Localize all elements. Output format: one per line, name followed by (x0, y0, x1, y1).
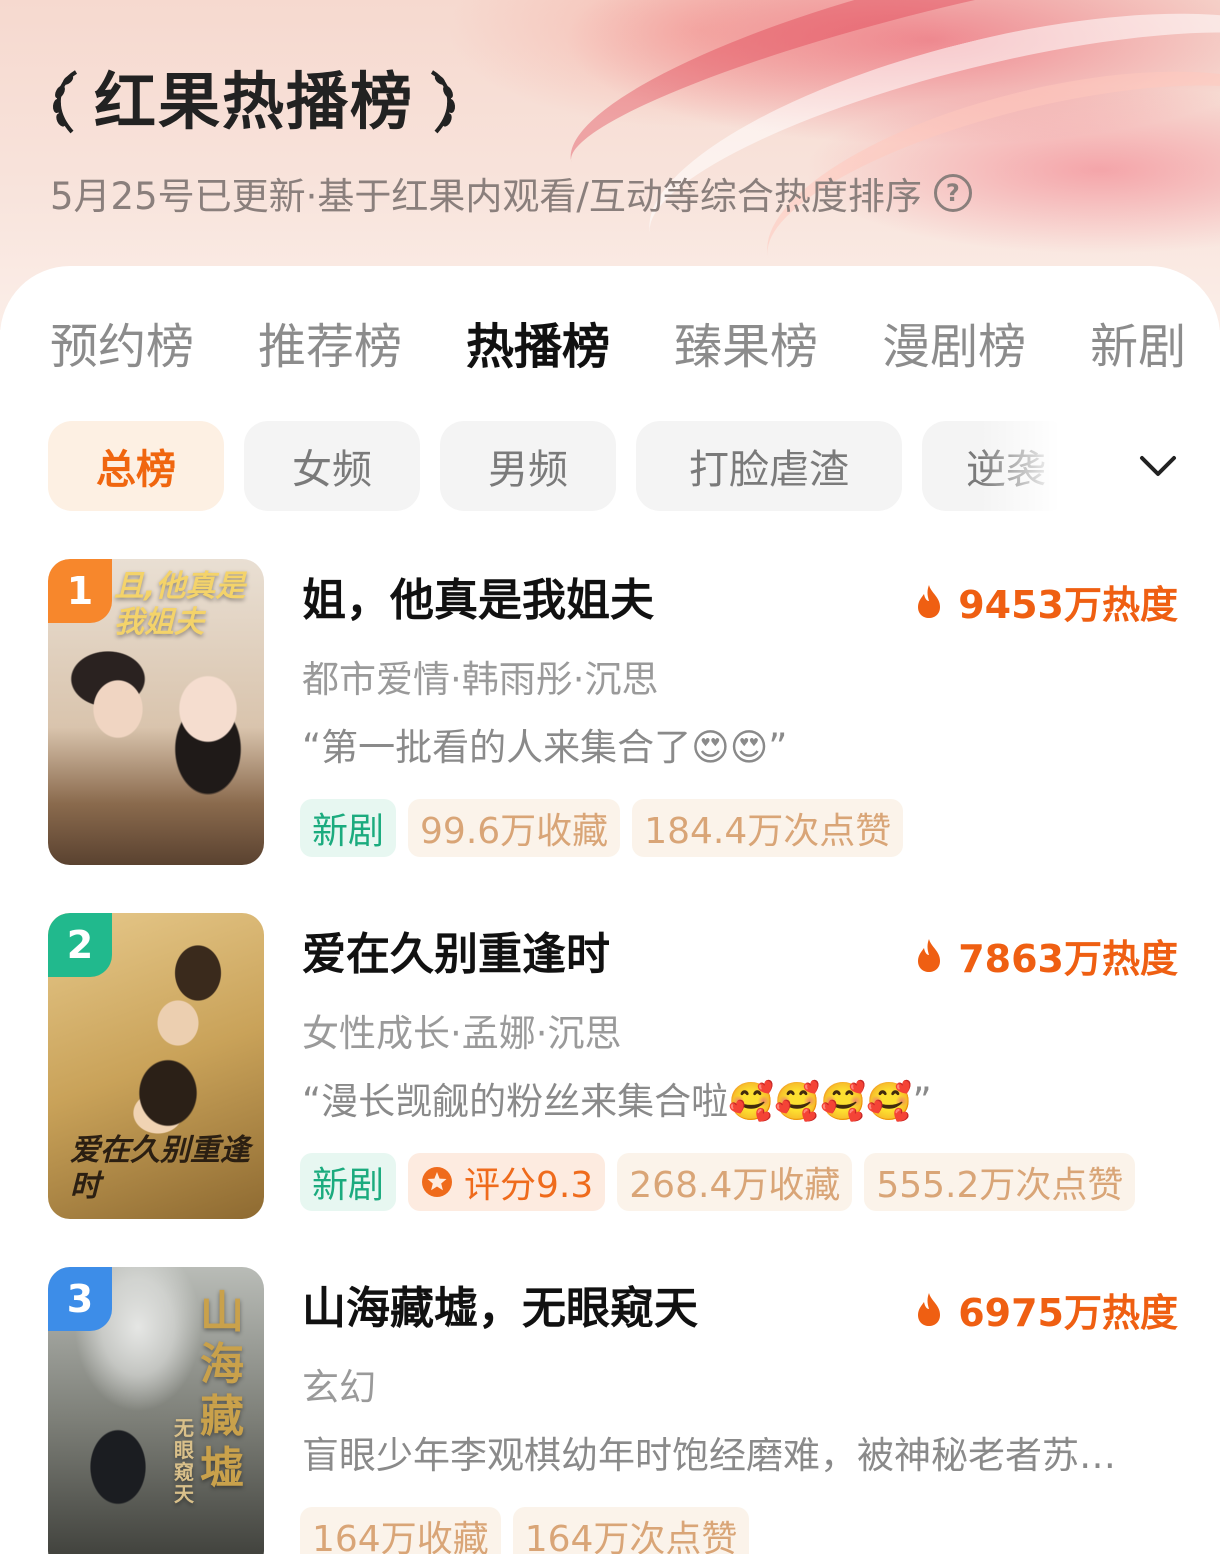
rank-badge: 2 (48, 913, 112, 977)
subtitle-text: 5月25号已更新·基于红果内观看/互动等综合热度排序 (50, 175, 922, 218)
score-text: 评分9.3 (464, 1165, 594, 1206)
poster-subtitle-text: 无眼窥天 (174, 1416, 194, 1506)
poster-image[interactable]: 爱在久别重逢时 2 (48, 913, 264, 1219)
item-title[interactable]: 爱在久别重逢时 (302, 925, 610, 985)
item-quote: “漫长觊觎的粉丝来集合啦🥰🥰🥰🥰” (302, 1080, 932, 1123)
poster-image[interactable]: 且,他真是我姐夫 1 (48, 559, 264, 865)
likes-count: 164万次点赞 (512, 1507, 750, 1554)
list-item[interactable]: 爱在久别重逢时 2 爱在久别重逢时 7863万热度 女性成长·孟娜·沉思 “漫长… (48, 913, 1178, 1223)
category-chips: 总榜 女频 男频 打脸虐渣 逆袭 (48, 421, 1058, 511)
heat-value: 7863万热度 (914, 927, 1178, 983)
laurel-left-icon (44, 64, 84, 140)
title-row: 红果热播榜 (44, 62, 464, 142)
tab-recommended[interactable]: 推荐榜 (258, 312, 402, 382)
tab-reservation[interactable]: 预约榜 (50, 312, 194, 382)
poster-image[interactable]: 山海藏墟 无眼窥天 3 (48, 1267, 264, 1554)
star-badge-icon (422, 1167, 453, 1197)
item-title[interactable]: 姐，他真是我姐夫 (302, 571, 654, 631)
chip-male[interactable]: 男频 (440, 421, 616, 511)
item-genre-cast: 女性成长·孟娜·沉思 (302, 1012, 622, 1055)
favorites-count: 99.6万收藏 (408, 799, 621, 857)
item-genre-cast: 玄幻 (302, 1366, 376, 1409)
chip-revenge[interactable]: 打脸虐渣 (636, 421, 902, 511)
ranking-tabs: 预约榜 推荐榜 热播榜 臻果榜 漫剧榜 新剧 (50, 312, 1220, 382)
item-quote: “第一批看的人来集合了😍😍” (302, 726, 788, 769)
list-item[interactable]: 且,他真是我姐夫 1 姐，他真是我姐夫 9453万热度 都市爱情·韩雨彤·沉思 … (48, 559, 1178, 869)
fire-icon (918, 585, 941, 618)
heat-value: 6975万热度 (914, 1281, 1178, 1337)
chip-female[interactable]: 女频 (244, 421, 420, 511)
item-title[interactable]: 山海藏墟，无眼窥天 (302, 1279, 698, 1339)
item-genre-cast: 都市爱情·韩雨彤·沉思 (302, 658, 659, 701)
heat-text: 6975万热度 (958, 1290, 1178, 1335)
score-badge: 评分9.3 (408, 1153, 606, 1211)
rank-badge: 3 (48, 1267, 112, 1331)
likes-count: 555.2万次点赞 (864, 1153, 1136, 1211)
poster-title-text: 且,他真是我姐夫 (114, 569, 246, 640)
tag-row: 新剧 评分9.3 268.4万收藏 555.2万次点赞 (300, 1153, 1147, 1211)
tab-premium[interactable]: 臻果榜 (674, 312, 818, 382)
fire-icon (918, 939, 941, 972)
list-item[interactable]: 山海藏墟 无眼窥天 3 山海藏墟，无眼窥天 6975万热度 玄幻 盲眼少年李观棋… (48, 1267, 1178, 1554)
laurel-right-icon (424, 64, 464, 140)
favorites-count: 268.4万收藏 (617, 1153, 853, 1211)
rank-badge: 1 (48, 559, 112, 623)
poster-title-text: 爱在久别重逢时 (70, 1133, 250, 1204)
tag-row: 164万收藏 164万次点赞 (300, 1507, 761, 1554)
poster-title-text: 山海藏墟 (200, 1287, 244, 1494)
tag-row: 新剧 99.6万收藏 184.4万次点赞 (300, 799, 915, 857)
heat-text: 7863万热度 (958, 936, 1178, 981)
likes-count: 184.4万次点赞 (632, 799, 904, 857)
favorites-count: 164万收藏 (300, 1507, 501, 1554)
new-badge: 新剧 (300, 1153, 397, 1211)
chevron-down-icon[interactable] (1130, 444, 1186, 488)
heat-value: 9453万热度 (914, 573, 1178, 629)
tab-comic[interactable]: 漫剧榜 (882, 312, 1026, 382)
item-synopsis: 盲眼少年李观棋幼年时饱经磨难，被神秘老者苏… (302, 1434, 1116, 1477)
tab-new[interactable]: 新剧 (1090, 312, 1186, 382)
tab-hot[interactable]: 热播榜 (466, 312, 610, 382)
chip-all[interactable]: 总榜 (48, 421, 224, 511)
update-subtitle: 5月25号已更新·基于红果内观看/互动等综合热度排序 ? (50, 168, 972, 218)
fire-icon (918, 1293, 941, 1326)
heat-text: 9453万热度 (958, 582, 1178, 627)
new-badge: 新剧 (300, 799, 397, 857)
chips-fade (980, 421, 1080, 511)
question-circle-icon[interactable]: ? (933, 174, 972, 212)
page-title: 红果热播榜 (94, 65, 415, 138)
